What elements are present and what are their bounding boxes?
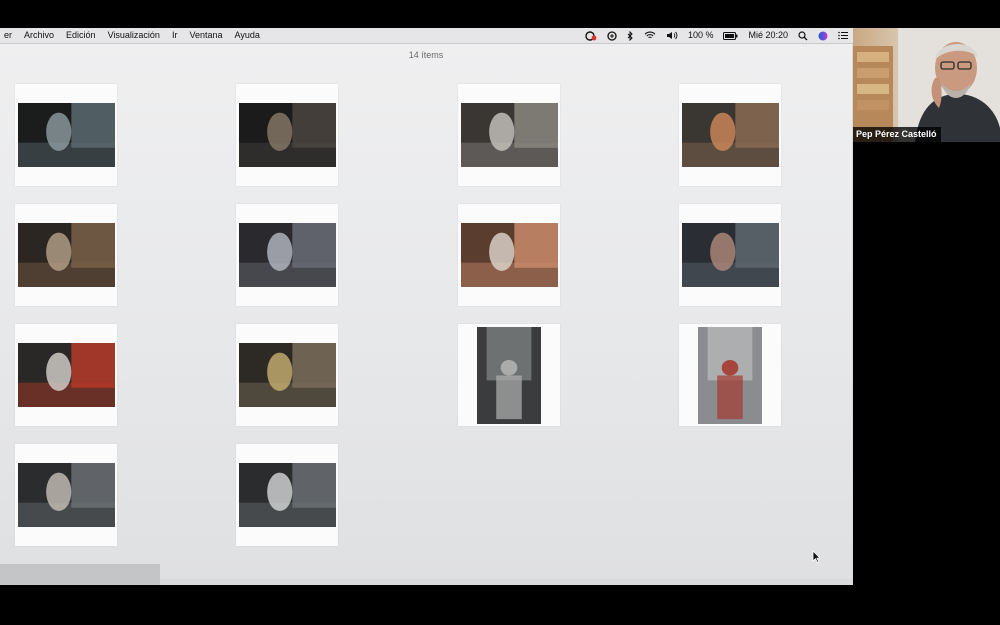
photo-woman-in-hallway [238,463,336,527]
photo-vintage-radio [17,463,115,527]
battery-percent: 100 % [687,30,714,40]
menu-list: er Archivo Edición Visualización Ir Vent… [0,28,266,43]
photo-framed-portrait-held [460,223,558,287]
photo-woman-in-red-coat [698,326,762,424]
menu-item-archivo[interactable]: Archivo [18,28,60,43]
menu-bar: er Archivo Edición Visualización Ir Vent… [0,28,853,44]
menu-item-visualizacion[interactable]: Visualización [102,28,166,43]
photo-woman-holding-photo [17,343,115,407]
menu-item-ayuda[interactable]: Ayuda [228,28,265,43]
menu-item-finder[interactable]: er [0,28,18,43]
photo-thumbnail[interactable] [236,324,338,426]
finder-window: 14 ítems [0,44,852,579]
photo-woman-at-door [17,223,115,287]
bluetooth-icon[interactable] [627,30,634,41]
participant-name-label: Pep Pérez Castelló [853,127,941,142]
photo-thumbnail[interactable] [679,204,781,306]
photo-thumbnail[interactable] [15,204,117,306]
photo-portrait-on-shelf [477,326,541,424]
sync-icon[interactable] [607,30,617,41]
photo-thumbnail[interactable] [679,84,781,186]
volume-icon[interactable] [666,31,678,40]
photo-thumbnail[interactable] [679,324,781,426]
photo-thumbnail[interactable] [236,444,338,546]
menu-item-ir[interactable]: Ir [166,28,184,43]
photo-thumbnail[interactable] [236,204,338,306]
siri-icon[interactable] [818,31,828,41]
photo-thumbnail[interactable] [458,204,560,306]
status-area: 100 % Mié 20:20 [579,28,853,43]
photo-woman-reaching-shelf [460,103,558,167]
photo-man-on-sofa [238,223,336,287]
menu-item-edicion[interactable]: Edición [60,28,102,43]
photo-hands-with-papers [681,223,779,287]
creative-cloud-icon[interactable] [584,30,597,41]
window-bottom-bar [0,564,160,585]
menu-item-ventana[interactable]: Ventana [183,28,228,43]
photo-thumbnail[interactable] [458,324,560,426]
wifi-icon[interactable] [644,31,656,40]
participant-video[interactable]: Pep Pérez Castelló [853,28,1000,142]
photo-woman-at-window [17,103,115,167]
photo-thumbnail[interactable] [15,444,117,546]
photo-eggs-in-bowl [681,103,779,167]
photo-living-room-lamp [238,343,336,407]
spotlight-search-icon[interactable] [798,30,808,41]
photo-thumbnail[interactable] [15,324,117,426]
photo-thumbnail[interactable] [15,84,117,186]
photo-thumbnail[interactable] [236,84,338,186]
participant-video-frame [853,28,1000,142]
mouse-cursor-icon [812,550,821,568]
menu-clock[interactable]: Mié 20:20 [748,28,788,43]
notification-center-icon[interactable] [838,31,848,40]
battery-icon[interactable] [723,31,738,40]
photo-thumbnail[interactable] [458,84,560,186]
photo-grid [0,44,852,579]
photo-kitchen-scale [238,103,336,167]
shared-screen: er Archivo Edición Visualización Ir Vent… [0,28,853,585]
